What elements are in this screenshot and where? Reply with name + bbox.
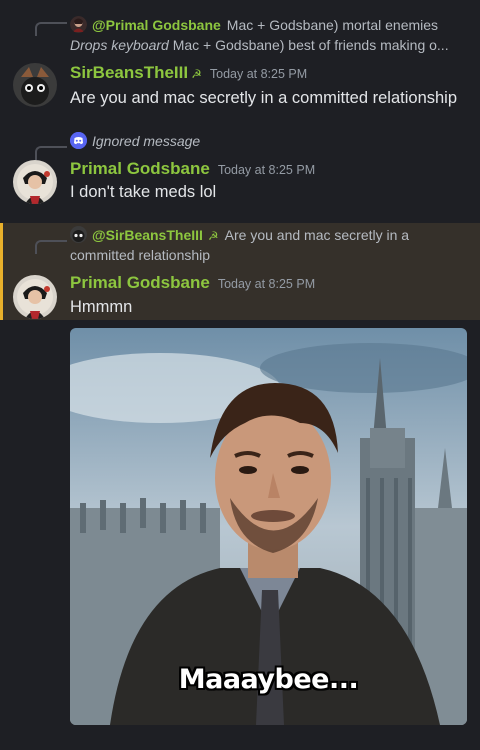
discord-icon	[70, 132, 87, 149]
reply-avatar	[70, 226, 87, 243]
message-header: SirBeansTheIII ☭ Today at 8:25 PM	[70, 62, 307, 85]
message-content: I don't take meds lol	[70, 183, 217, 201]
reply-connector	[35, 240, 67, 254]
reply-italic-text: Drops keyboard	[70, 37, 169, 53]
timestamp[interactable]: Today at 8:25 PM	[218, 163, 315, 177]
reply-avatar	[70, 16, 87, 33]
author-name[interactable]: Primal Godsbane	[70, 159, 210, 178]
message-content: Hmmmn	[70, 298, 133, 316]
author-name[interactable]: Primal Godsbane	[70, 273, 210, 292]
reply-connector	[35, 22, 67, 36]
reply-text-continued: Mac + Godsbane) best of friends making o…	[168, 37, 449, 53]
message-content: Are you and mac secretly in a committed …	[70, 89, 458, 107]
gif-attachment[interactable]: Maaaybee...	[70, 328, 467, 725]
timestamp[interactable]: Today at 8:25 PM	[218, 277, 315, 291]
message-header: Primal Godsbane Today at 8:25 PM	[70, 272, 315, 295]
message-header: Primal Godsbane Today at 8:25 PM	[70, 158, 315, 181]
role-badge-icon: ☭	[207, 229, 219, 243]
author-name[interactable]: SirBeansTheIII	[70, 63, 188, 82]
ignored-message-text: Ignored message	[92, 133, 201, 149]
reply-author-name[interactable]: @Primal Godsbane	[92, 17, 221, 33]
reply-preview[interactable]: Ignored message	[70, 132, 470, 151]
reply-preview[interactable]: @SirBeansTheIII ☭ Are you and mac secretly…	[70, 226, 470, 265]
avatar[interactable]	[13, 160, 57, 204]
reply-author-name[interactable]: @SirBeansTheIII	[92, 227, 203, 243]
reply-connector	[35, 146, 67, 160]
reply-preview-line-2: Drops keyboard Mac + Godsbane) best of f…	[70, 36, 470, 55]
role-badge-icon: ☭	[191, 67, 202, 81]
avatar[interactable]	[13, 275, 57, 319]
timestamp[interactable]: Today at 8:25 PM	[210, 67, 307, 81]
avatar[interactable]	[13, 63, 57, 107]
gif-caption: Maaaybee...	[178, 664, 359, 695]
reply-text: Mac + Godsbane) mortal enemies	[226, 17, 439, 33]
reply-preview[interactable]: @Primal Godsbane Mac + Godsbane) mortal e…	[70, 16, 470, 35]
